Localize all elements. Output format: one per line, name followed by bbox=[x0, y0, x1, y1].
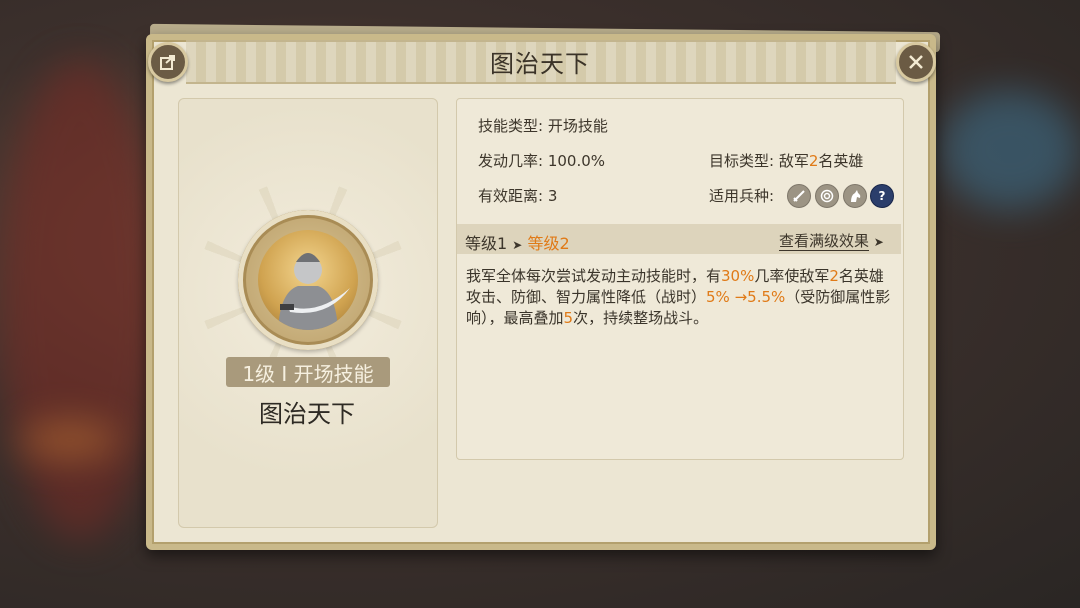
skill-type-row: 技能类型: 开场技能 bbox=[478, 115, 608, 136]
target-count: 2 bbox=[808, 152, 819, 170]
question-icon[interactable]: ? bbox=[870, 184, 894, 208]
range-row: 有效距离: 3 bbox=[478, 185, 557, 206]
desc-text-5: 次，持续整场战斗。 bbox=[573, 309, 709, 327]
share-icon bbox=[160, 55, 175, 70]
range-label: 有效距离: bbox=[478, 187, 544, 205]
desc-text-2: 几率使敌军 bbox=[754, 267, 830, 285]
close-icon bbox=[909, 55, 923, 69]
trigger-rate-label: 发动几率: bbox=[478, 152, 544, 170]
skill-level-tag: 1级 I 开场技能 bbox=[226, 357, 390, 387]
range-value: 3 bbox=[547, 187, 558, 205]
skill-description: 我军全体每次尝试发动主动技能时，有30%几率使敌军2名英雄攻击、防御、智力属性降… bbox=[466, 266, 894, 329]
horse-icon[interactable] bbox=[843, 184, 867, 208]
skill-icon bbox=[258, 230, 358, 330]
skill-type-label: 技能类型: bbox=[478, 117, 544, 135]
sword-icon[interactable] bbox=[787, 184, 811, 208]
share-button[interactable] bbox=[148, 42, 188, 82]
trigger-rate-row: 发动几率: 100.0% bbox=[478, 150, 605, 171]
target-prefix: 敌军 bbox=[778, 152, 809, 170]
desc-value-2: 2 bbox=[829, 267, 839, 285]
desc-text-1: 我军全体每次尝试发动主动技能时，有 bbox=[466, 267, 722, 285]
background-blur bbox=[0, 60, 160, 540]
desc-value-3: 5% →5.5% bbox=[706, 288, 786, 306]
view-max-arrow-icon: ➤ bbox=[873, 235, 884, 249]
desc-value-1: 30% bbox=[721, 267, 755, 285]
view-max-level-link[interactable]: 查看满级效果 ➤ bbox=[779, 230, 884, 251]
target-suffix: 名英雄 bbox=[818, 152, 864, 170]
trigger-rate-value: 100.0% bbox=[547, 152, 606, 170]
level-arrow-icon: ➤ bbox=[512, 238, 523, 252]
background-blur bbox=[940, 90, 1080, 210]
level-from: 等级1 bbox=[465, 234, 508, 253]
troop-label: 适用兵种: bbox=[709, 187, 775, 205]
level-progress: 等级1 ➤ 等级2 bbox=[465, 230, 570, 254]
close-button[interactable] bbox=[896, 42, 936, 82]
level-to: 等级2 bbox=[527, 234, 570, 253]
skill-type-value: 开场技能 bbox=[547, 117, 608, 135]
skill-name: 图治天下 bbox=[259, 400, 355, 428]
view-max-label: 查看满级效果 bbox=[779, 232, 870, 251]
target-type-row: 目标类型: 敌军2名英雄 bbox=[709, 150, 863, 171]
background-blur bbox=[20, 420, 120, 460]
target-type-label: 目标类型: bbox=[709, 152, 775, 170]
desc-value-4: 5 bbox=[563, 309, 574, 327]
target-icon[interactable] bbox=[815, 184, 839, 208]
